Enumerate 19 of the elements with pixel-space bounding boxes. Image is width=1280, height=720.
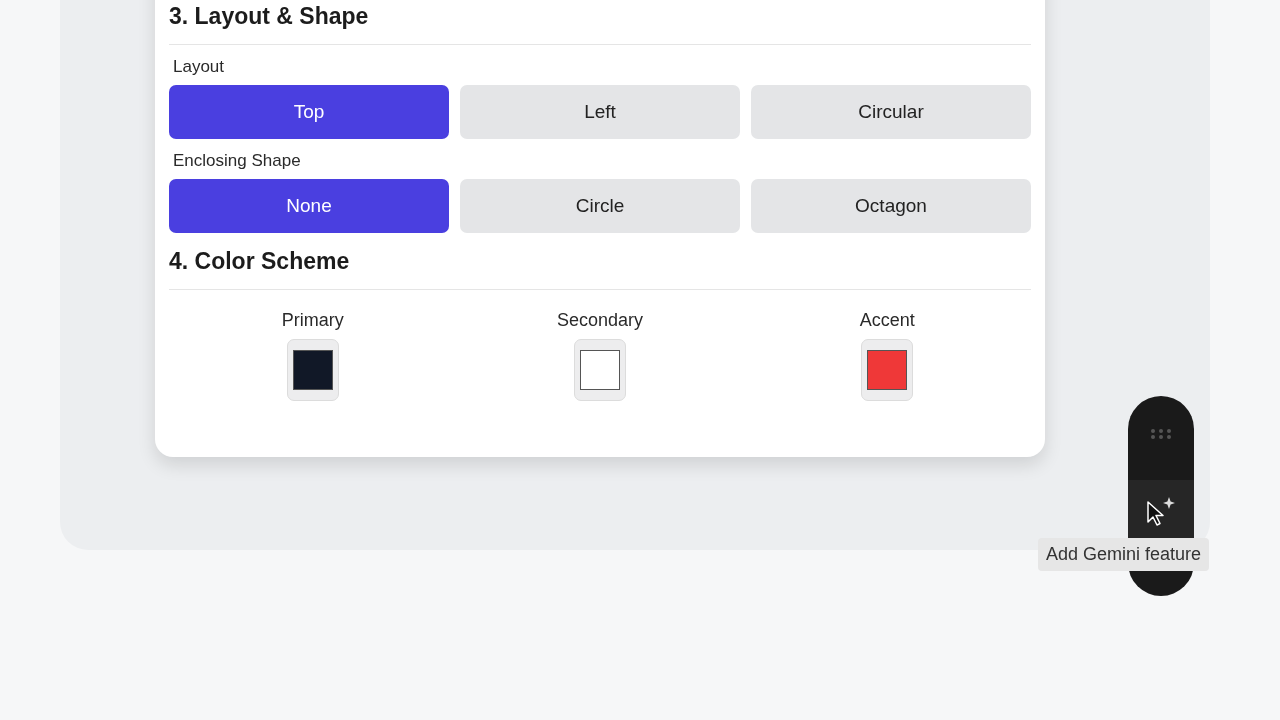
- swatch-label: Accent: [859, 310, 915, 331]
- field-label: Enclosing Shape: [173, 151, 301, 171]
- color-input[interactable]: [286, 339, 339, 401]
- option-button[interactable]: Circle: [460, 179, 740, 233]
- color-input[interactable]: [861, 339, 914, 401]
- field-label: Layout: [173, 57, 225, 77]
- option-button[interactable]: None: [169, 179, 449, 233]
- section-heading: 3. Layout & Shape: [169, 2, 369, 30]
- tooltip: Add Gemini feature: [1038, 538, 1210, 571]
- cursor-sparkle-icon: [1146, 496, 1176, 526]
- section-heading: 4. Color Scheme: [169, 247, 350, 275]
- swatch-label: Secondary: [556, 310, 643, 331]
- option-button[interactable]: Left: [460, 85, 740, 139]
- color-input[interactable]: [574, 339, 626, 401]
- grip-icon[interactable]: [1150, 428, 1172, 440]
- option-button[interactable]: Octagon: [751, 179, 1031, 233]
- option-button[interactable]: Circular: [751, 85, 1031, 139]
- swatch-label: Primary: [281, 310, 344, 331]
- option-button[interactable]: Top: [169, 85, 449, 139]
